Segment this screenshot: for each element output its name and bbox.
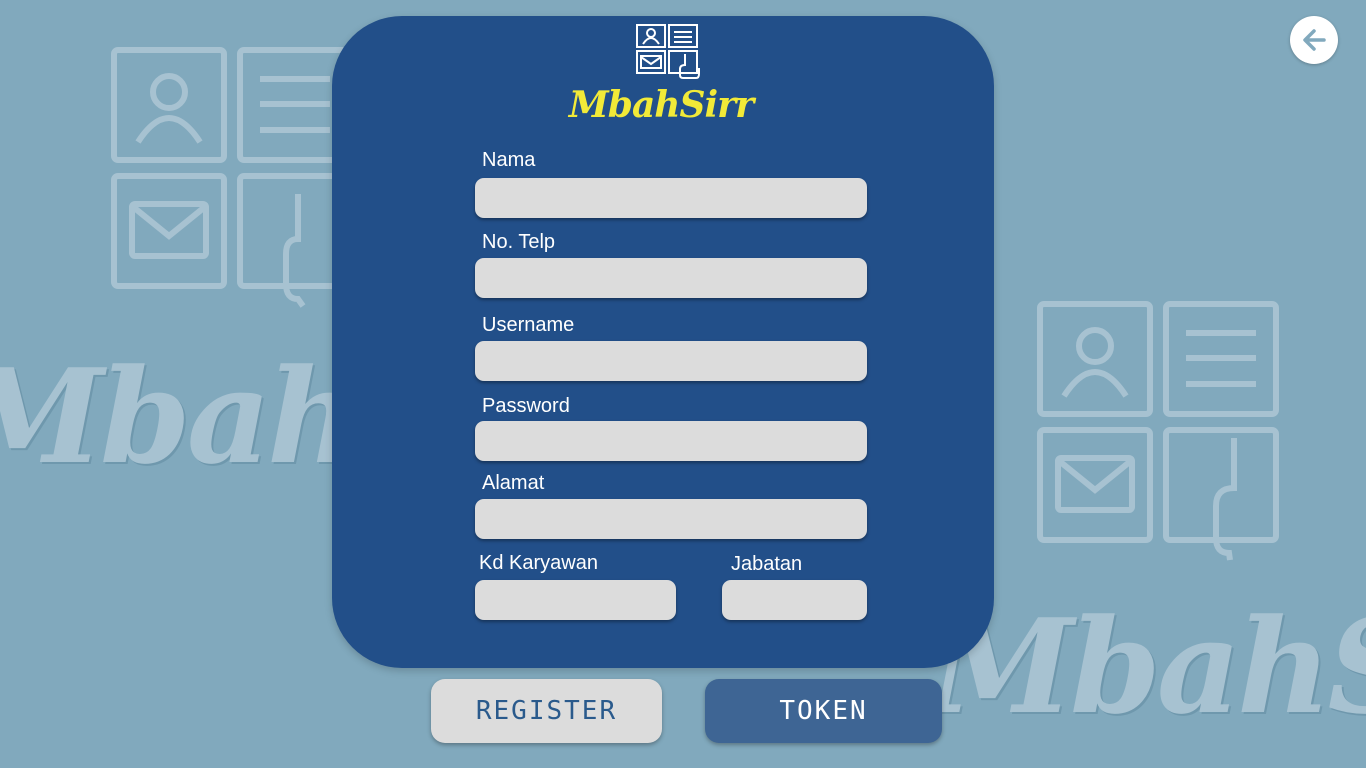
nama-input[interactable] [475,178,867,218]
nama-label: Nama [482,149,536,171]
alamat-label: Alamat [482,472,545,494]
jabatan-label: Jabatan [731,553,803,575]
brand-title: MbahSirr [568,84,754,126]
kd-karyawan-label: Kd Karyawan [479,552,598,574]
username-input[interactable] [475,341,867,381]
password-label: Password [482,395,570,417]
contact-grid-icon [636,24,700,79]
register-button[interactable]: REGISTER [431,679,662,743]
password-input[interactable] [475,421,867,461]
alamat-input[interactable] [475,499,867,539]
username-label: Username [482,314,575,336]
back-button[interactable] [1290,16,1338,64]
no-telp-label: No. Telp [482,231,556,253]
token-button[interactable]: TOKEN [705,679,942,743]
no-telp-input[interactable] [475,258,867,298]
bg-logo-icon-right [1037,301,1279,561]
jabatan-input[interactable] [722,580,867,620]
kd-karyawan-input[interactable] [475,580,676,620]
bg-logo-icon-left [111,47,348,308]
bg-watermark-right: MbahSirr [930,590,1366,743]
arrow-left-icon [1303,29,1326,51]
